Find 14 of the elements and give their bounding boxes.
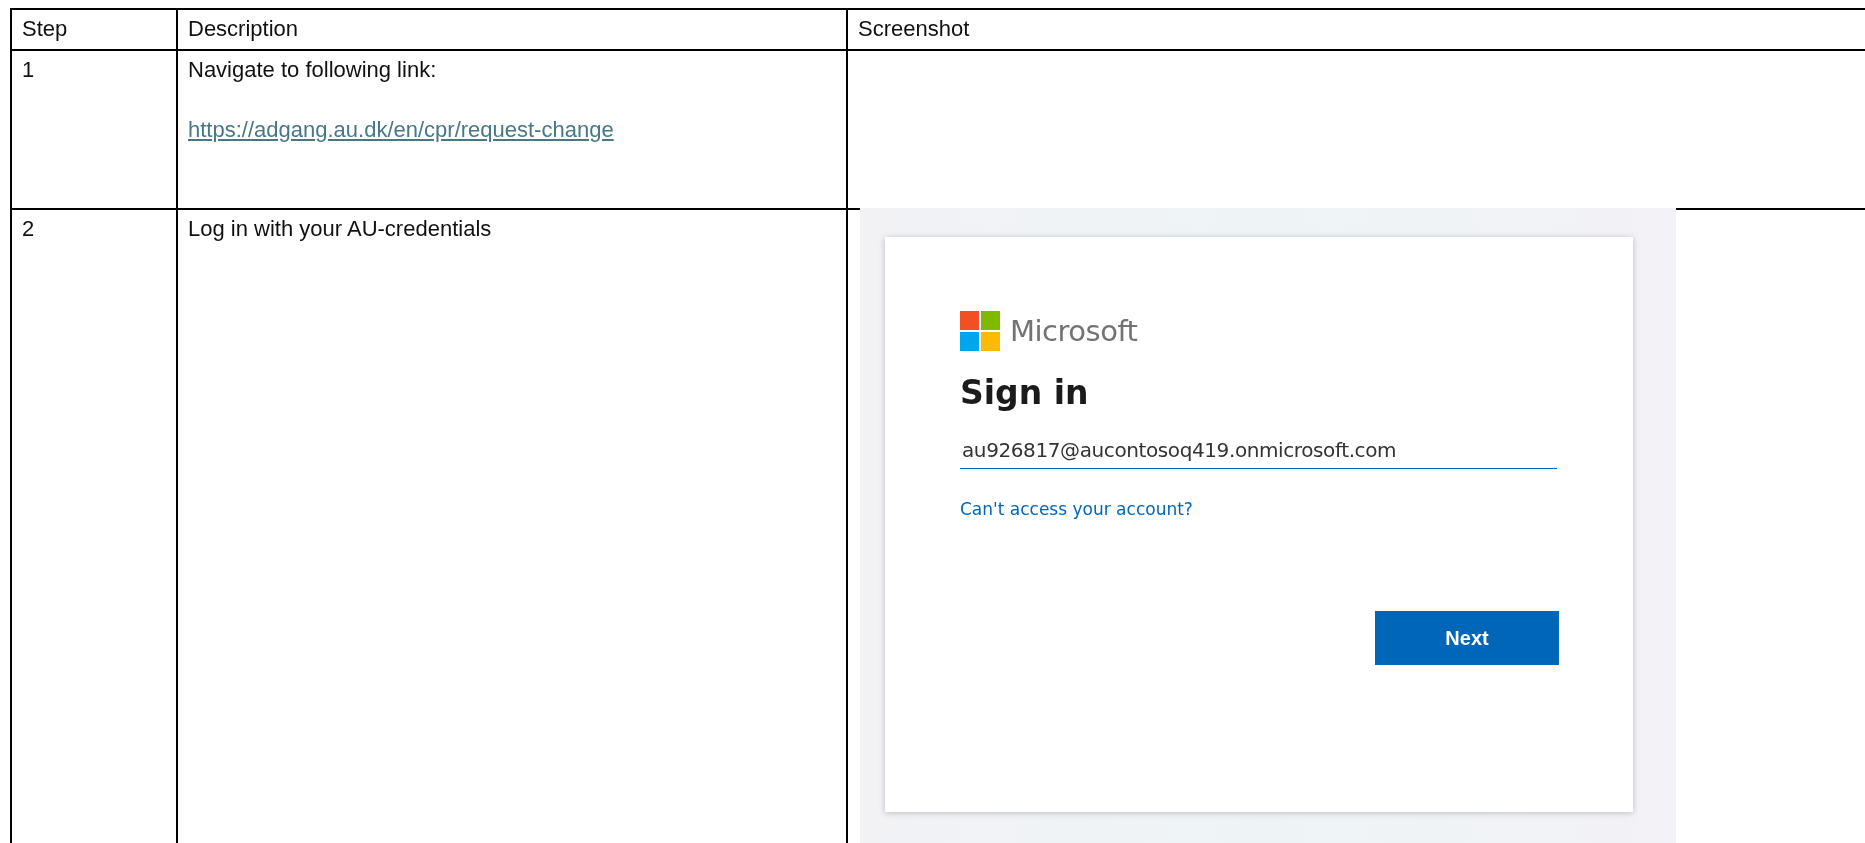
help-link[interactable]: Can't access your account? bbox=[960, 499, 1193, 519]
step-description: Navigate to following link: bbox=[188, 56, 437, 84]
email-field[interactable]: au926817@aucontosoq419.onmicrosoft.com bbox=[960, 432, 1557, 469]
step-number: 1 bbox=[22, 56, 35, 84]
logo-icon bbox=[960, 311, 1000, 351]
sign-in-title: Sign in bbox=[960, 373, 1089, 412]
column-header: Screenshot bbox=[858, 15, 970, 43]
step-number: 2 bbox=[22, 215, 35, 243]
brand-name: Microsoft bbox=[1010, 314, 1138, 348]
step-description: Log in with your AU-credentials bbox=[188, 215, 492, 243]
column-header: Step bbox=[22, 15, 68, 43]
next-button[interactable]: Next bbox=[1375, 611, 1559, 665]
column-header: Description bbox=[188, 15, 299, 43]
url-link[interactable]: https://adgang.au.dk/en/cpr/request-change bbox=[188, 115, 614, 145]
